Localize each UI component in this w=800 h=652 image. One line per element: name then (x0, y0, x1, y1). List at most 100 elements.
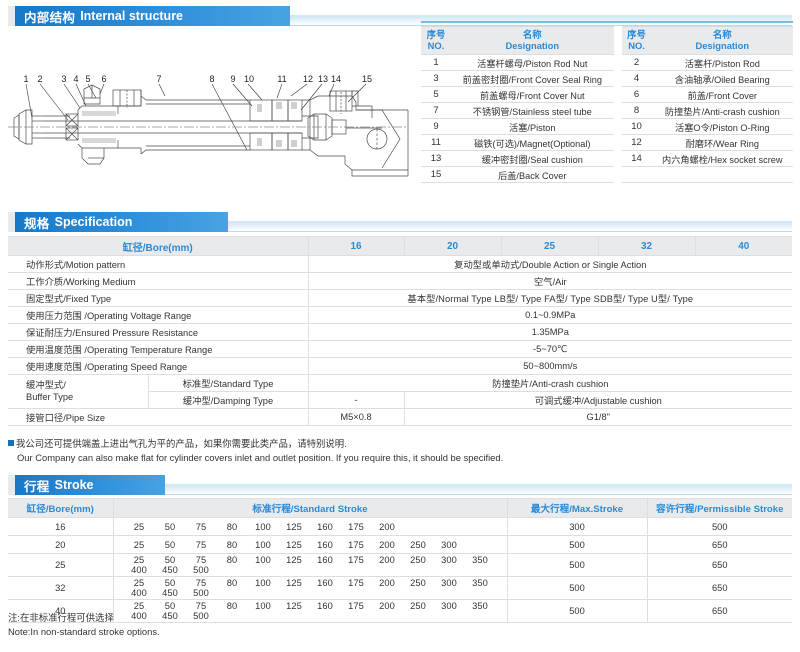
stroke-standard-values: 25 50 75 80 100 125 160 175 200 250 300 350400 450 50… (112, 599, 507, 623)
parts-header-name-left: 名称 Designation (451, 26, 614, 55)
section-title-cn-2: 规格 (24, 216, 50, 231)
table-row: 32 25 50 75 80 100 125 160 175 200 250 300 350400 45… (8, 576, 792, 600)
spec-bore-16: 16 (307, 236, 405, 256)
stroke-max: 500 (506, 599, 647, 623)
row-gap (614, 135, 622, 151)
parts-header-no-right: 序号 NO. (621, 26, 652, 55)
spec-row-value: 50~800mm/s (307, 357, 793, 375)
part-name: 防撞垫片/Anti-crash cushion (651, 102, 793, 119)
stroke-header-permissible: 容许行程/Permissible Stroke (646, 498, 792, 518)
stroke-permissible: 650 (646, 576, 792, 600)
spec-row-value: 0.1~0.9MPa (307, 306, 793, 324)
table-row: 16 25 50 75 80 100 125 160 175 200 300 500 (8, 517, 792, 536)
row-gap (614, 151, 622, 167)
section-title-en-3: Stroke (54, 478, 94, 492)
row-gap (614, 55, 622, 71)
stroke-bore: 20 (8, 535, 113, 554)
bottom-note-en: Note:In non-standard stroke options. (8, 625, 160, 637)
stroke-header-row: 缸径/Bore(mm) 标准行程/Standard Stroke 最大行程/Ma… (8, 498, 792, 518)
bottom-note-cn: 注:在非标准行程可供选择 (8, 612, 114, 623)
spec-row-label: 使用速度范围 /Operating Speed Range (8, 357, 309, 375)
spec-bore-40: 40 (694, 236, 793, 256)
stroke-permissible: 500 (646, 517, 792, 536)
table-row: 5 前盖螺母/Front Cover Nut 6 前盖/Front Cover (421, 86, 793, 103)
parts-table-top-rule (421, 21, 793, 23)
spec-row-value: 复动型或单动式/Double Action or Single Action (307, 255, 793, 273)
callout-7: 7 (156, 74, 161, 84)
header-bar-internal-structure: 内部结构 Internal structure (15, 6, 290, 26)
parts-header-name-en: Designation (505, 39, 560, 51)
part-name: 前盖螺母/Front Cover Nut (451, 86, 614, 103)
callout-11: 11 (277, 74, 286, 84)
part-name: 活塞杆/Piston Rod (651, 54, 793, 71)
cylinder-sectional-drawing: 1 2 3 4 5 6 7 8 9 10 11 12 13 14 15 (0, 58, 410, 193)
callout-2: 2 (37, 74, 42, 84)
pipe-size-label: 接管口径/Pipe Size (8, 408, 309, 426)
table-row: 使用温度范围 /Operating Temperature Range -5~7… (8, 340, 793, 358)
company-note: 我公司还可提供端盖上进出气孔为平的产品，如果你需要此类产品，请特别说明. Our… (8, 437, 788, 464)
company-note-en: Our Company can also make flat for cylin… (17, 451, 504, 463)
table-row: 1 活塞杆螺母/Piston Rod Nut 2 活塞杆/Piston Rod (421, 54, 793, 71)
table-row: 9 活塞/Piston 10 活塞O令/Piston O-Ring (421, 118, 793, 135)
part-name: 活塞O令/Piston O-Ring (651, 118, 793, 135)
pipe-size-rest: G1/8" (403, 408, 793, 426)
table-row: 3 前盖密封圈/Front Cover Seal Ring 4 含油轴承/Oil… (421, 70, 793, 87)
stroke-header-max: 最大行程/Max.Stroke (506, 498, 647, 518)
section-header-stroke: 行程 Stroke (8, 475, 792, 495)
callout-6: 6 (101, 74, 106, 84)
part-no: 7 (421, 102, 451, 119)
part-name: 不锈钢管/Stainless steel tube (451, 102, 614, 119)
spec-row-label: 使用压力范围 /Operating Voltage Range (8, 306, 309, 324)
spec-row-label: 固定型式/Fixed Type (8, 289, 309, 307)
callout-12: 12 (303, 74, 313, 84)
part-no: 1 (421, 54, 451, 71)
part-name: 耐磨环/Wear Ring (651, 134, 793, 151)
part-no: 6 (621, 86, 652, 103)
row-gap (614, 87, 622, 103)
header-bar-stroke: 行程 Stroke (15, 475, 165, 495)
stroke-bore: 25 (8, 553, 113, 577)
header-left-lip (8, 6, 15, 26)
header-left-lip-3 (8, 475, 15, 495)
table-row: 使用压力范围 /Operating Voltage Range 0.1~0.9M… (8, 306, 793, 324)
stroke-table: 缸径/Bore(mm) 标准行程/Standard Stroke 最大行程/Ma… (8, 498, 792, 623)
table-row: 固定型式/Fixed Type 基本型/Normal Type LB型/ Typ… (8, 289, 793, 307)
table-row: 20 25 50 75 80 100 125 160 175 200 250 300 500 650 (8, 535, 792, 554)
buffer-label-cn: 缓冲型式/ (26, 380, 66, 391)
parts-table-column-gap (614, 27, 622, 55)
stroke-standard-values: 25 50 75 80 100 125 160 175 200 250 300 350400 450 50… (112, 553, 507, 577)
stroke-header-bore: 缸径/Bore(mm) (8, 498, 113, 518)
stroke-header-standard: 标准行程/Standard Stroke (112, 498, 507, 518)
pipe-size-16: M5×0.8 (307, 408, 405, 426)
callout-13: 13 (318, 74, 328, 84)
stroke-max: 500 (506, 535, 647, 554)
table-row: 13 缓冲密封圈/Seal cushion 14 内六角螺栓/Hex socke… (421, 150, 793, 167)
callout-15: 15 (362, 74, 372, 84)
parts-header-no-en: NO. (427, 39, 445, 51)
stroke-max: 300 (506, 517, 647, 536)
header-tail-rule-2 (228, 212, 792, 232)
table-row-pipe: 接管口径/Pipe Size M5×0.8 G1/8" (8, 408, 793, 426)
stroke-standard-values: 25 50 75 80 100 125 160 175 200 250 300 350400 450 50… (112, 576, 507, 600)
part-name (651, 166, 793, 183)
section-header-internal-structure: 内部结构 Internal structure (8, 6, 792, 26)
part-no: 13 (421, 150, 451, 167)
section-title-en-2: Specification (54, 215, 133, 229)
row-gap (614, 71, 622, 87)
buffer-damping-value: 可调式缓冲/Adjustable cushion (403, 391, 793, 409)
spec-row-value: -5~70℃ (307, 340, 793, 358)
spec-sheet-page: 内部结构 Internal structure 1 2 3 4 5 6 7 8 … (0, 0, 800, 652)
callout-10: 10 (244, 74, 254, 84)
table-row: 7 不锈钢管/Stainless steel tube 8 防撞垫片/Anti-… (421, 102, 793, 119)
spec-row-value: 空气/Air (307, 272, 793, 290)
part-name: 含油轴承/Oiled Bearing (651, 70, 793, 87)
bottom-note: 注:在非标准行程可供选择 Note:In non-standard stroke… (8, 611, 160, 638)
buffer-standard-value: 防撞垫片/Anti-crash cushion (307, 374, 793, 392)
spec-row-label: 保证耐压力/Ensured Pressure Resistance (8, 323, 309, 341)
spec-bore-20: 20 (403, 236, 502, 256)
header-left-lip-2 (8, 212, 15, 232)
stroke-permissible: 650 (646, 553, 792, 577)
part-no: 14 (621, 150, 652, 167)
table-row: 动作形式/Motion pattern 复动型或单动式/Double Actio… (8, 255, 793, 273)
parts-header-name-en-2: Designation (695, 39, 750, 51)
